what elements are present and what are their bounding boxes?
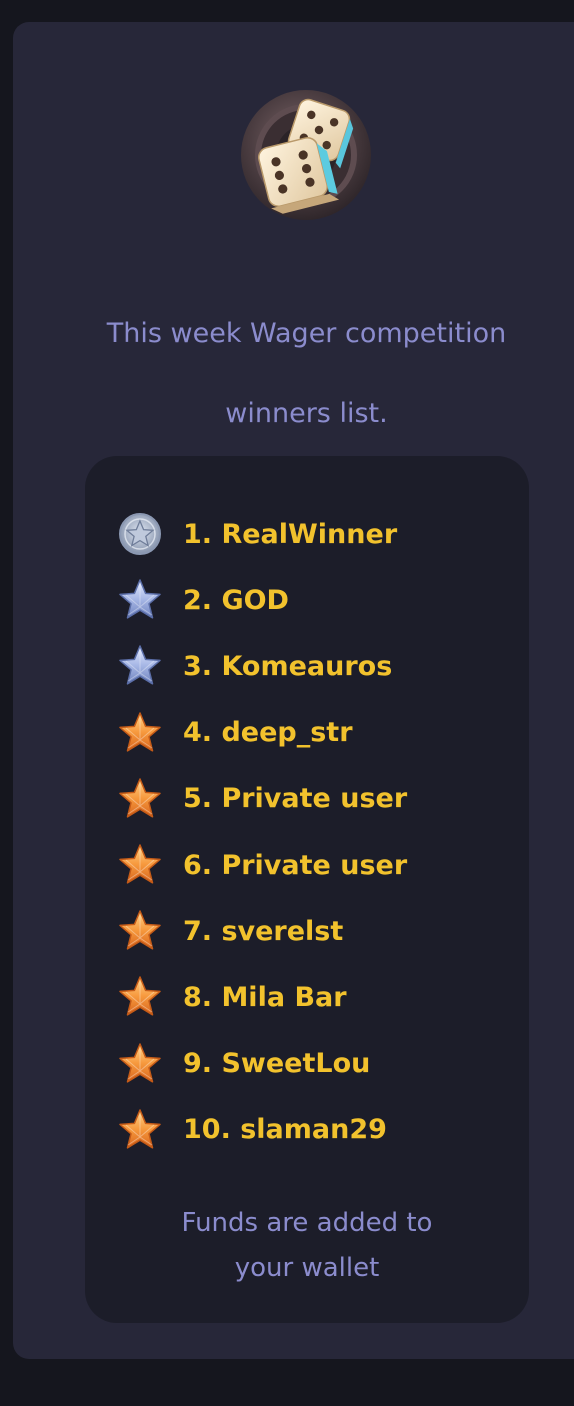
- winner-name: 2. GOD: [183, 584, 289, 616]
- winner-row: 9. SweetLou: [85, 1031, 529, 1097]
- silver-star-medal-icon: [119, 513, 161, 556]
- gold-star-icon: [119, 711, 161, 752]
- winner-row: 2. GOD: [85, 567, 529, 633]
- winners-card: This week Wager competition winners list…: [13, 22, 574, 1359]
- winner-name: 8. Mila Bar: [183, 981, 347, 1013]
- gold-star-icon: [119, 844, 161, 884]
- funds-note: Funds are added to your wallet: [85, 1201, 529, 1291]
- funds-note-line-1: Funds are added to: [181, 1208, 433, 1238]
- gold-star-icon: [119, 976, 161, 1016]
- winners-panel: 1. RealWinner 2. GOD 3. Komeauros 4. deep_s…: [85, 456, 529, 1323]
- winner-row: 5. Private user: [85, 766, 529, 832]
- winner-row: 7. sverelst: [85, 898, 529, 964]
- winner-row: 1. RealWinner: [85, 501, 529, 567]
- winner-name: 10. slaman29: [183, 1114, 387, 1146]
- gold-star-icon: [119, 1042, 161, 1083]
- winner-name: 6. Private user: [183, 849, 408, 881]
- silver-star-icon: [119, 579, 161, 619]
- winner-name: 9. SweetLou: [183, 1048, 371, 1080]
- silver-star-icon: [119, 645, 161, 686]
- winner-name: 3. Komeauros: [183, 650, 393, 682]
- winners-list: 1. RealWinner 2. GOD 3. Komeauros 4. deep_s…: [85, 501, 529, 1163]
- title-line-2: winners list.: [225, 398, 388, 429]
- winner-row: 3. Komeauros: [85, 633, 529, 699]
- winner-row: 10. slaman29: [85, 1097, 529, 1163]
- winner-row: 8. Mila Bar: [85, 964, 529, 1030]
- gold-star-icon: [119, 910, 161, 950]
- winner-name: 4. deep_str: [183, 717, 353, 749]
- dice-icon: [241, 90, 371, 220]
- title-line-1: This week Wager competition: [106, 318, 507, 349]
- funds-note-line-2: your wallet: [234, 1253, 380, 1283]
- gold-star-icon: [119, 1109, 161, 1149]
- winner-name: 1. RealWinner: [183, 518, 398, 550]
- gold-star-icon: [119, 778, 161, 818]
- winner-row: 6. Private user: [85, 832, 529, 898]
- winner-name: 7. sverelst: [183, 915, 344, 947]
- winner-name: 5. Private user: [183, 783, 408, 815]
- page-title: This week Wager competition winners list…: [13, 294, 574, 454]
- winner-row: 4. deep_str: [85, 700, 529, 766]
